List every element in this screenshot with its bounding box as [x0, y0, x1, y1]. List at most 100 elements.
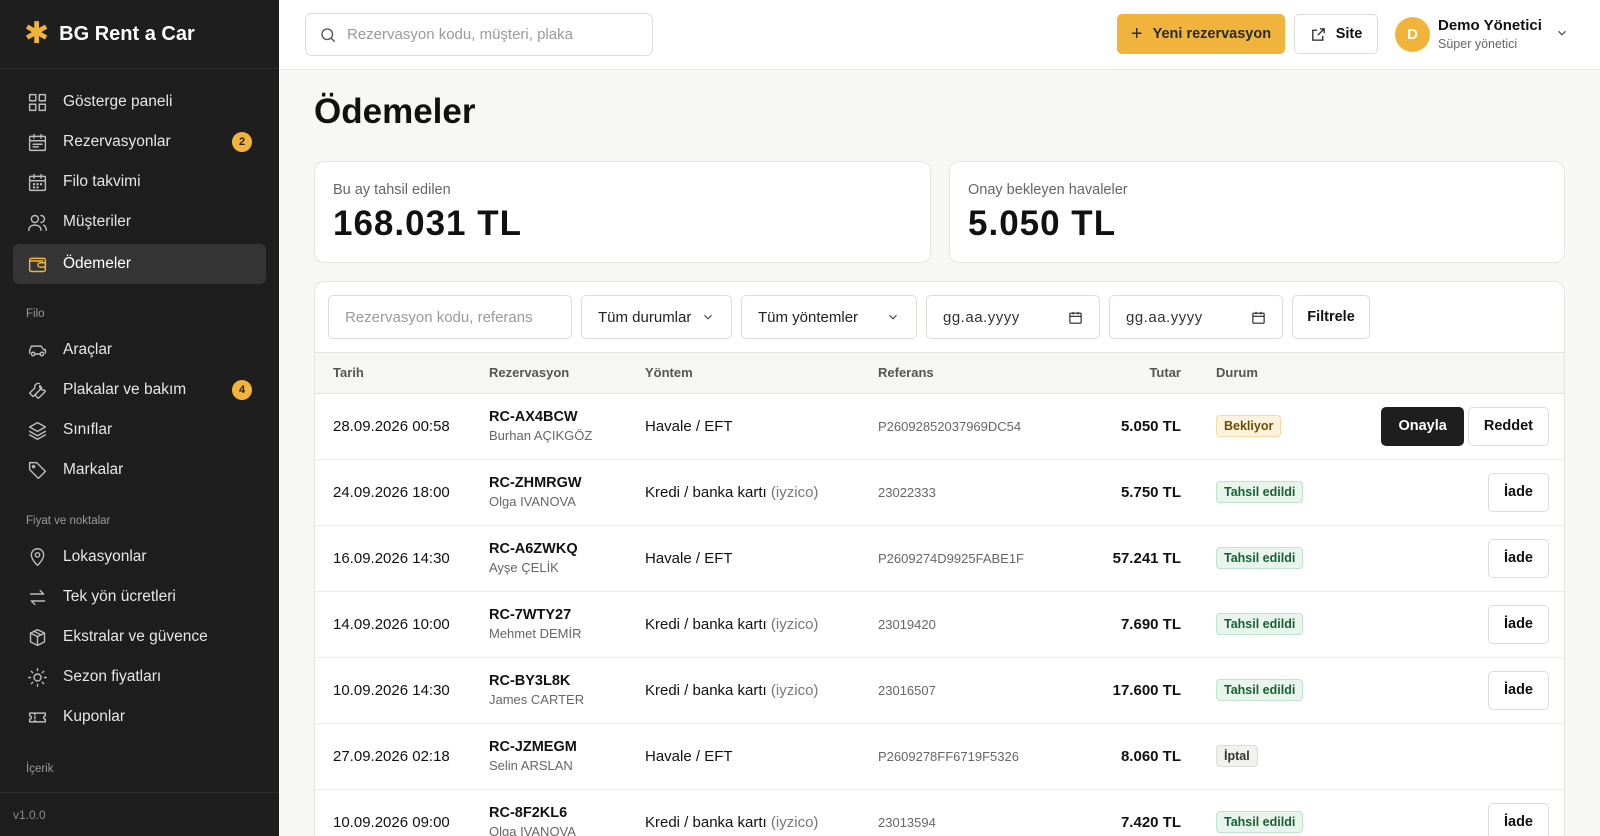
brand-name: BG Rent a Car	[59, 22, 195, 45]
sidebar-item-vehicles[interactable]: Araçlar	[13, 330, 266, 370]
method-label: Havale / EFT	[645, 417, 733, 435]
sidebar-item-plates-maintenance[interactable]: Plakalar ve bakım 4	[13, 370, 266, 410]
date-from-field[interactable]: gg.aa.yyyy	[926, 295, 1100, 339]
chevron-down-icon	[1558, 30, 1566, 36]
table-row[interactable]: 10.09.2026 14:30 RC-BY3L8K James CARTER Kre…	[315, 657, 1564, 724]
sidebar-item-customers[interactable]: Müşteriler	[13, 202, 266, 242]
wallet-icon	[26, 253, 48, 275]
method-select[interactable]: Tüm yöntemler	[741, 295, 917, 339]
cell-date: 16.09.2026 14:30	[315, 525, 489, 592]
cell-reservation[interactable]: RC-BY3L8K James CARTER	[489, 657, 645, 724]
cell-date: 27.09.2026 02:18	[315, 723, 489, 790]
cell-reservation[interactable]: RC-A6ZWKQ Ayşe ÇELİK	[489, 525, 645, 592]
table-row[interactable]: 27.09.2026 02:18 RC-JZMEGM Selin ARSLAN Hav…	[315, 723, 1564, 790]
global-search-input[interactable]	[347, 26, 637, 43]
filter-button[interactable]: Filtrele	[1292, 295, 1370, 339]
search-icon	[321, 27, 336, 42]
reservation-code[interactable]: RC-ZHMRGW	[489, 475, 645, 491]
row-action-button[interactable]: İade	[1487, 604, 1549, 644]
brand[interactable]: ✱ BG Rent a Car	[0, 0, 279, 69]
global-search[interactable]	[305, 13, 653, 56]
date-to-field[interactable]: gg.aa.yyyy	[1109, 295, 1283, 339]
page-title: Ödemeler	[314, 92, 476, 131]
user-menu[interactable]: D Demo Yönetici Süper yönetici	[1395, 14, 1595, 54]
cell-actions: İade	[1346, 459, 1564, 526]
cell-reservation[interactable]: RC-7WTY27 Mehmet DEMİR	[489, 591, 645, 658]
row-action-button[interactable]: İade	[1487, 472, 1549, 512]
sidebar-item-dashboard[interactable]: Gösterge paneli	[13, 82, 266, 122]
status-badge: Tahsil edildi	[1216, 679, 1304, 701]
row-action-button[interactable]: İade	[1487, 538, 1549, 578]
section-label-pricing: Fiyat ve noktalar	[26, 515, 111, 527]
new-reservation-button[interactable]: + Yeni rezervasyon	[1117, 14, 1285, 54]
column-header-method[interactable]: Yöntem	[645, 353, 878, 394]
sidebar-item-classes[interactable]: Sınıflar	[13, 410, 266, 450]
table-row[interactable]: 24.09.2026 18:00 RC-ZHMRGW Olga IVANOVA Kre…	[315, 459, 1564, 526]
table-row[interactable]: 10.09.2026 09:00 RC-8F2KL6 Olga IVANOVA Kre…	[315, 789, 1564, 836]
user-name: Demo Yönetici	[1438, 17, 1542, 34]
cell-reservation[interactable]: RC-8F2KL6 Olga IVANOVA	[489, 789, 645, 836]
plus-icon: +	[1130, 22, 1143, 45]
arrows-icon	[26, 586, 48, 608]
cell-date: 24.09.2026 18:00	[315, 459, 489, 526]
row-action-button[interactable]: İade	[1487, 670, 1549, 710]
method-label: Kredi / banka kartı	[645, 813, 767, 831]
cell-method: Kredi / banka kartı (iyzico)	[645, 591, 878, 658]
sidebar-item-payments[interactable]: Ödemeler	[13, 244, 266, 284]
cell-status: Tahsil edildi	[1216, 657, 1346, 724]
status-badge: Tahsil edildi	[1216, 547, 1304, 569]
chevron-down-icon	[889, 314, 897, 320]
table-row[interactable]: 14.09.2026 10:00 RC-7WTY27 Mehmet DEMİR Kre…	[315, 591, 1564, 658]
count-badge: 4	[232, 380, 252, 400]
row-action-button[interactable]: İade	[1487, 802, 1549, 836]
cell-date: 28.09.2026 00:58	[315, 393, 489, 460]
table-header-row: Tarih Rezervasyon Yöntem Referans Tutar …	[315, 353, 1564, 394]
sidebar-item-coupons[interactable]: Kuponlar	[13, 697, 266, 737]
calendar-icon	[1069, 311, 1082, 324]
column-header-date[interactable]: Tarih	[315, 353, 489, 394]
calendar-icon	[1252, 311, 1265, 324]
cell-reservation[interactable]: RC-AX4BCW Burhan AÇIKGÖZ	[489, 393, 645, 460]
column-header-reservation[interactable]: Rezervasyon	[489, 353, 645, 394]
table-row[interactable]: 16.09.2026 14:30 RC-A6ZWKQ Ayşe ÇELİK Haval…	[315, 525, 1564, 592]
column-header-reference[interactable]: Referans	[878, 353, 1064, 394]
table-row[interactable]: 28.09.2026 00:58 RC-AX4BCW Burhan AÇIKGÖZ H…	[315, 393, 1564, 460]
sidebar-item-fleet-calendar[interactable]: Filo takvimi	[13, 162, 266, 202]
site-button[interactable]: Site	[1294, 14, 1378, 54]
row-action-button[interactable]: Onayla	[1381, 406, 1464, 446]
column-header-amount[interactable]: Tutar	[1064, 353, 1216, 394]
sidebar-item-reservations[interactable]: Rezervasyonlar 2	[13, 122, 266, 162]
sidebar-item-season-prices[interactable]: Sezon fiyatları	[13, 657, 266, 697]
sidebar-item-label: Ödemeler	[63, 255, 132, 272]
column-header-status[interactable]: Durum	[1216, 353, 1346, 394]
sidebar-item-extras[interactable]: Ekstralar ve güvence	[13, 617, 266, 657]
version-footer: v1.0.0	[0, 792, 279, 836]
sidebar-item-label: Lokasyonlar	[63, 548, 147, 565]
filter-search-input[interactable]	[345, 308, 555, 326]
sidebar-item-label: Tek yön ücretleri	[63, 588, 176, 605]
map-pin-icon	[26, 546, 48, 568]
reservation-code[interactable]: RC-JZMEGM	[489, 739, 645, 755]
reservation-code[interactable]: RC-BY3L8K	[489, 673, 645, 689]
payments-table: Tarih Rezervasyon Yöntem Referans Tutar …	[315, 353, 1564, 836]
method-label: Kredi / banka kartı	[645, 483, 767, 501]
sidebar-item-brands[interactable]: Markalar	[13, 450, 266, 490]
car-icon	[26, 339, 48, 361]
sidebar-item-locations[interactable]: Lokasyonlar	[13, 537, 266, 577]
status-select[interactable]: Tüm durumlar	[581, 295, 732, 339]
sidebar-item-label: Plakalar ve bakım	[63, 381, 187, 398]
status-select-value: Tüm durumlar	[598, 308, 692, 326]
section-label-content: İçerik	[26, 763, 54, 775]
cell-reservation[interactable]: RC-ZHMRGW Olga IVANOVA	[489, 459, 645, 526]
count-badge: 2	[232, 132, 252, 152]
cell-reservation[interactable]: RC-JZMEGM Selin ARSLAN	[489, 723, 645, 790]
row-action-button[interactable]: Reddet	[1467, 406, 1549, 446]
reservation-code[interactable]: RC-A6ZWKQ	[489, 541, 645, 557]
reservation-code[interactable]: RC-AX4BCW	[489, 409, 645, 425]
new-reservation-label: Yeni rezervasyon	[1152, 26, 1272, 42]
filter-search-field[interactable]	[328, 295, 572, 339]
reservation-code[interactable]: RC-8F2KL6	[489, 805, 645, 821]
cell-actions: İade	[1346, 525, 1564, 592]
reservation-code[interactable]: RC-7WTY27	[489, 607, 645, 623]
sidebar-item-one-way-fees[interactable]: Tek yön ücretleri	[13, 577, 266, 617]
